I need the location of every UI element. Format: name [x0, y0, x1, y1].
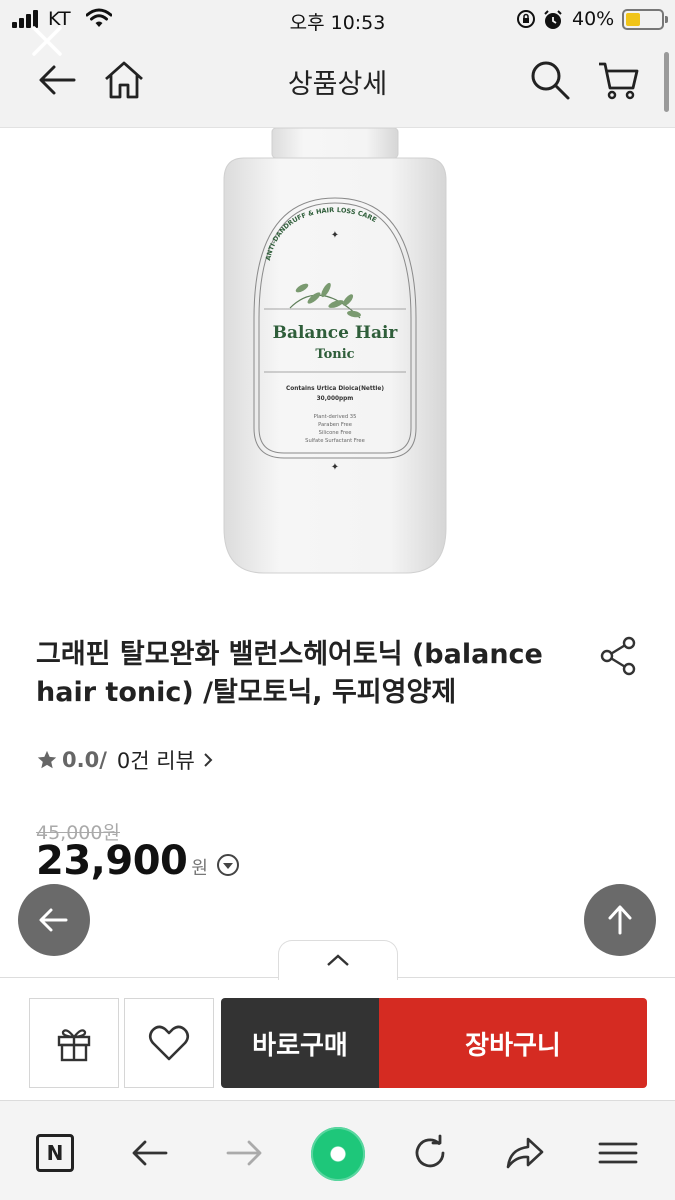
sale-price: 23,900 — [36, 838, 188, 884]
rotation-lock-icon — [517, 10, 535, 28]
rating-score: 0.0 — [62, 748, 100, 772]
app-header: 상품상세 — [0, 40, 675, 128]
rating-separator: / — [99, 748, 107, 772]
scroll-indicator — [664, 52, 669, 112]
share-icon[interactable] — [596, 634, 640, 678]
alarm-icon — [544, 10, 562, 29]
buy-now-button[interactable]: 바로구매 — [221, 998, 379, 1088]
add-to-cart-button[interactable]: 장바구니 — [379, 998, 647, 1088]
label-feature: Plant-derived 35 — [314, 414, 357, 420]
status-bar: KT 오후 10:53 40% — [0, 0, 675, 40]
browser-toolbar: N — [0, 1100, 675, 1200]
back-icon[interactable] — [128, 1131, 172, 1175]
product-title: 그래핀 탈모완화 밸런스헤어토닉 (balance hair tonic) /탈… — [36, 639, 543, 708]
label-feature: Silicone Free — [319, 430, 352, 436]
label-contains: Contains Urtica Dioica(Nettle) — [286, 386, 384, 392]
currency-label: 원 — [191, 858, 208, 879]
home-orb-icon[interactable] — [311, 1127, 365, 1181]
naver-icon[interactable]: N — [36, 1134, 74, 1172]
rating-row[interactable]: 0.0 / 0건 리뷰 — [36, 746, 215, 774]
svg-text:✦: ✦ — [331, 462, 339, 473]
label-brand-line1: Balance Hair — [273, 323, 399, 343]
wishlist-button[interactable] — [124, 998, 214, 1088]
refresh-icon[interactable] — [408, 1131, 452, 1175]
close-icon[interactable] — [30, 24, 64, 58]
gift-button[interactable] — [29, 998, 119, 1088]
cart-icon[interactable] — [596, 58, 640, 102]
label-feature: Sulfate Surfactant Free — [305, 438, 365, 444]
arrow-left-icon — [39, 908, 68, 932]
chevron-up-icon — [327, 953, 349, 966]
review-count-link[interactable]: 0건 리뷰 — [117, 745, 195, 775]
gift-icon — [57, 1029, 91, 1062]
menu-icon[interactable] — [596, 1131, 640, 1175]
star-icon — [37, 750, 57, 769]
drawer-toggle[interactable] — [278, 940, 398, 980]
page-title: 상품상세 — [287, 69, 388, 100]
share-icon[interactable] — [502, 1131, 546, 1175]
price-dropdown-icon[interactable] — [216, 853, 240, 877]
product-image: ANTI-DANDRUFF & HAIR LOSS CARE ✦ Balance… — [223, 128, 447, 574]
scroll-to-top-button[interactable] — [584, 884, 656, 956]
chevron-right-icon — [204, 753, 213, 767]
label-brand-line2: Tonic — [315, 347, 354, 362]
svg-text:✦: ✦ — [331, 230, 339, 241]
label-ppm: 30,000ppm — [317, 396, 354, 402]
heart-icon — [148, 1025, 190, 1061]
search-icon[interactable] — [528, 58, 572, 102]
battery-percent: 40% — [572, 8, 615, 30]
price-row: 23,900 원 — [36, 838, 240, 884]
arrow-up-icon — [608, 905, 632, 935]
floating-back-button[interactable] — [18, 884, 90, 956]
forward-icon[interactable] — [222, 1131, 266, 1175]
battery-icon — [622, 9, 668, 30]
purchase-bar: 바로구매 장바구니 — [0, 977, 675, 1100]
label-feature: Paraben Free — [318, 422, 352, 428]
